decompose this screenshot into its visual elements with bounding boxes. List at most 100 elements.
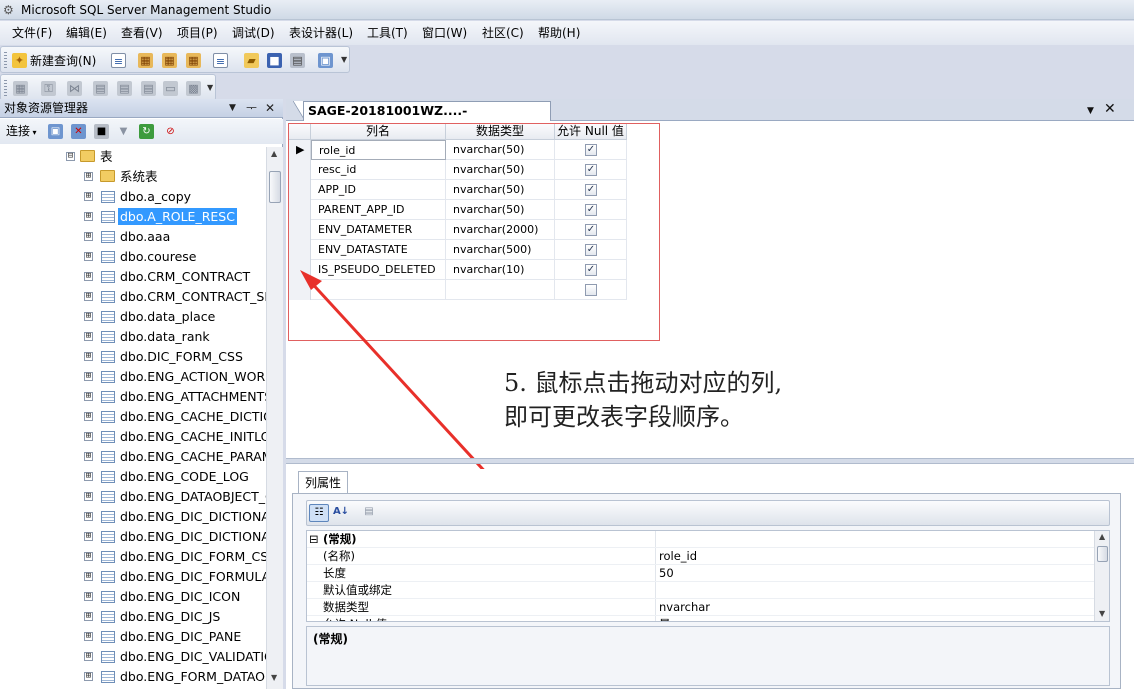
row-selector[interactable]	[289, 220, 311, 240]
expand-icon[interactable]: ⊞	[84, 392, 93, 401]
tree-node-table[interactable]: ⊞ dbo.a_copy	[0, 187, 266, 207]
print-button[interactable]: ▤	[290, 51, 305, 69]
stop-icon[interactable]: ■	[94, 124, 109, 139]
tree-node-tables[interactable]: ⊟ 表	[0, 147, 266, 167]
column-name-cell[interactable]: PARENT_APP_ID	[311, 200, 446, 220]
expand-icon[interactable]: ⊞	[84, 432, 93, 441]
xml-index-button[interactable]: ▤	[141, 79, 156, 97]
refresh-icon[interactable]: ↻	[139, 124, 154, 139]
tree-node-table[interactable]: ⊞ dbo.ENG_DATAOBJECT_C	[0, 487, 266, 507]
tree-node-table[interactable]: ⊞ dbo.ENG_CACHE_DICTIO	[0, 407, 266, 427]
menu-project[interactable]: 项目(P)	[177, 25, 218, 41]
expand-icon[interactable]: ⊞	[84, 272, 93, 281]
disconnect-icon[interactable]: ✕	[71, 124, 86, 139]
object-explorer-scrollbar[interactable]: ▲ ▼	[266, 147, 283, 689]
column-name-cell[interactable]: role_id	[311, 140, 446, 160]
tree-node-table[interactable]: ⊞ dbo.data_place	[0, 307, 266, 327]
expand-icon[interactable]: ⊞	[84, 612, 93, 621]
menu-edit[interactable]: 编辑(E)	[66, 25, 107, 41]
menu-file[interactable]: 文件(F)	[12, 25, 52, 41]
row-selector[interactable]	[289, 200, 311, 220]
column-grid-row[interactable]: resc_id nvarchar(50) ✓	[289, 160, 627, 180]
data-type-cell[interactable]: nvarchar(50)	[446, 140, 555, 160]
tree-node-table[interactable]: ⊞ dbo.ENG_CACHE_PARAM	[0, 447, 266, 467]
menu-table-designer[interactable]: 表设计器(L)	[289, 25, 353, 41]
mdx-query-button[interactable]: ▦	[186, 51, 201, 69]
expand-icon[interactable]: ⊞	[84, 512, 93, 521]
property-grid-scrollbar[interactable]: ▲ ▼	[1094, 531, 1109, 621]
toolbar-grip[interactable]	[4, 52, 7, 68]
tree-node-table[interactable]: ⊞ dbo.ENG_DIC_FORMULA	[0, 567, 266, 587]
column-grid-row[interactable]: IS_PSEUDO_DELETED nvarchar(10) ✓	[289, 260, 627, 280]
close-panel-icon[interactable]: ✕	[265, 100, 275, 116]
expand-icon[interactable]: ⊞	[84, 232, 93, 241]
scroll-up-icon[interactable]: ▲	[1099, 532, 1105, 541]
expand-icon[interactable]: ⊞	[84, 172, 93, 181]
open-file-button[interactable]: ▰	[244, 51, 259, 69]
expand-icon[interactable]: ⊞	[84, 332, 93, 341]
expand-icon[interactable]: ⊞	[84, 412, 93, 421]
tree-node-table[interactable]: ⊞ dbo.CRM_CONTRACT_SP	[0, 287, 266, 307]
data-type-cell[interactable]: nvarchar(50)	[446, 160, 555, 180]
expand-icon[interactable]: ⊞	[84, 532, 93, 541]
allow-null-checkbox[interactable]: ✓	[585, 224, 597, 236]
column-name-cell[interactable]	[311, 280, 446, 300]
row-selector[interactable]	[289, 160, 311, 180]
alphabetical-sort-icon[interactable]: A↓	[331, 504, 351, 522]
column-grid-row[interactable]: ENV_DATAMETER nvarchar(2000) ✓	[289, 220, 627, 240]
column-name-cell[interactable]: ENV_DATAMETER	[311, 220, 446, 240]
scroll-thumb[interactable]	[1097, 546, 1108, 562]
scroll-down-icon[interactable]: ▼	[271, 673, 277, 682]
expand-icon[interactable]: ⊞	[84, 652, 93, 661]
data-type-cell[interactable]: nvarchar(10)	[446, 260, 555, 280]
column-name-cell[interactable]: resc_id	[311, 160, 446, 180]
row-selector[interactable]	[289, 280, 311, 300]
new-query-button[interactable]: ✦ 新建查询(N)	[12, 51, 96, 69]
row-selector[interactable]	[289, 180, 311, 200]
column-name-cell[interactable]: IS_PSEUDO_DELETED	[311, 260, 446, 280]
scroll-up-icon[interactable]: ▲	[271, 149, 277, 158]
property-value[interactable]: role_id	[659, 548, 697, 564]
expand-icon[interactable]: ⊞	[84, 212, 93, 221]
connect-dropdown[interactable]: 连接 ▾	[6, 123, 37, 141]
tree-node-table[interactable]: ⊞ dbo.courese	[0, 247, 266, 267]
auto-hide-pin-icon[interactable]: ᅮ	[246, 100, 257, 116]
categorized-icon[interactable]: ☷	[309, 504, 329, 522]
activity-monitor-button[interactable]: ▣	[318, 51, 333, 69]
property-value[interactable]: nvarchar	[659, 599, 710, 615]
column-grid-row[interactable]	[289, 280, 627, 300]
expand-icon[interactable]: ⊞	[84, 552, 93, 561]
toolbar-grip[interactable]	[4, 80, 7, 96]
expand-icon[interactable]: ⊞	[84, 352, 93, 361]
data-type-cell[interactable]: nvarchar(2000)	[446, 220, 555, 240]
column-grid-row[interactable]: APP_ID nvarchar(50) ✓	[289, 180, 627, 200]
expand-icon[interactable]: ⊞	[84, 292, 93, 301]
allow-null-checkbox[interactable]: ✓	[585, 264, 597, 276]
toolbar-overflow-icon[interactable]: ▼	[207, 83, 215, 97]
tree-node-table[interactable]: ⊞ dbo.data_rank	[0, 327, 266, 347]
expand-icon[interactable]: ⊞	[84, 492, 93, 501]
tree-node-table[interactable]: ⊞ dbo.aaa	[0, 227, 266, 247]
tree-node-table[interactable]: ⊞ dbo.DIC_FORM_CSS	[0, 347, 266, 367]
data-type-cell[interactable]: nvarchar(50)	[446, 180, 555, 200]
new-project-file-button[interactable]: ≡	[213, 51, 228, 69]
filter-icon[interactable]: ▼	[116, 124, 131, 139]
expand-icon[interactable]: ⊞	[84, 312, 93, 321]
scroll-down-icon[interactable]: ▼	[1099, 609, 1105, 618]
connect-object-explorer-icon[interactable]: ▣	[48, 124, 63, 139]
analysis-query-button[interactable]: ▦	[162, 51, 177, 69]
indexes-button[interactable]: ▤	[93, 79, 108, 97]
expand-icon[interactable]: ⊞	[84, 592, 93, 601]
menu-help[interactable]: 帮助(H)	[538, 25, 580, 41]
column-name-cell[interactable]: APP_ID	[311, 180, 446, 200]
menu-view[interactable]: 查看(V)	[121, 25, 163, 41]
scroll-thumb[interactable]	[269, 171, 281, 203]
window-position-dropdown-icon[interactable]: ▼	[229, 100, 236, 116]
expand-icon[interactable]: ⊞	[84, 572, 93, 581]
remove-filter-icon[interactable]: ⊘	[163, 124, 178, 139]
row-selector[interactable]	[289, 240, 311, 260]
close-document-icon[interactable]: ✕	[1104, 101, 1116, 117]
property-value[interactable]: 50	[659, 565, 674, 581]
expand-icon[interactable]: ⊞	[84, 252, 93, 261]
toolbar-overflow-icon[interactable]: ▼	[341, 55, 349, 69]
